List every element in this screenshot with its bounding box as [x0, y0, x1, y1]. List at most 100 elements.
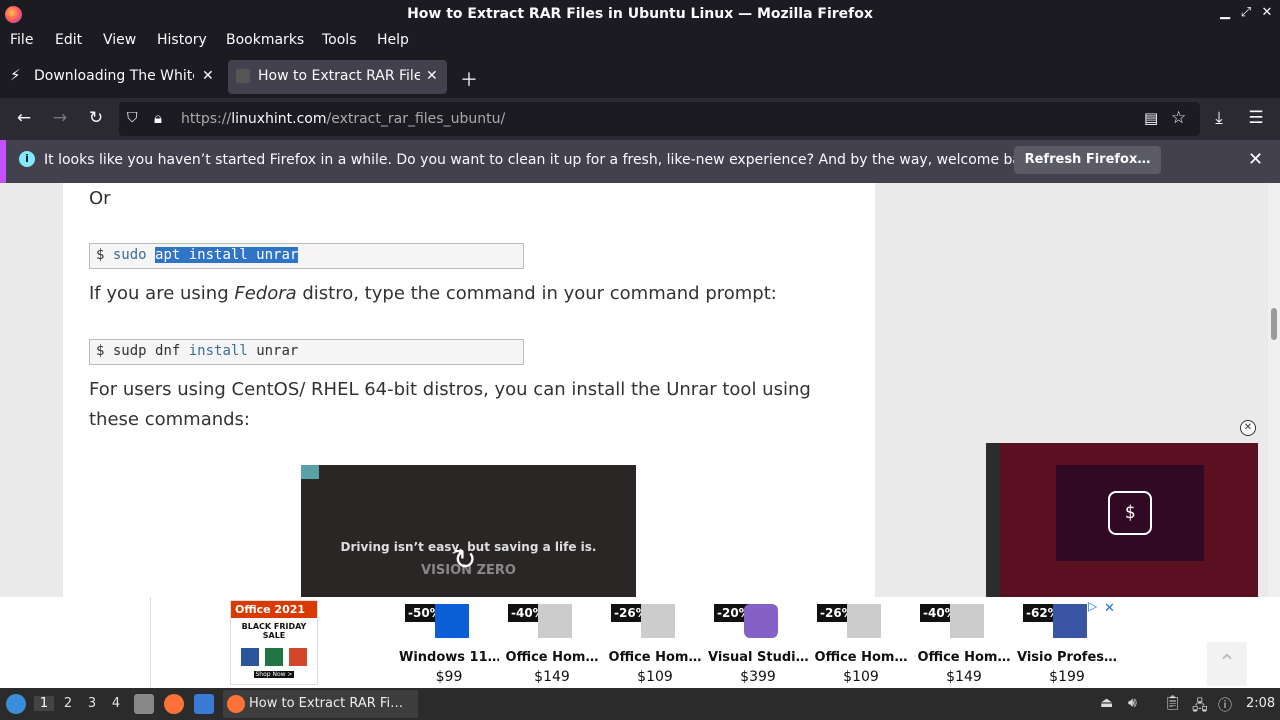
- office-ad[interactable]: Office 2021 BLACK FRIDAY SALE Shop Now >: [230, 600, 318, 685]
- product-name: Office Hom…: [917, 650, 1011, 665]
- url-bar[interactable]: ⛉ 🔒︎ https://linuxhint.com/extract_rar_f…: [119, 102, 1200, 136]
- network-icon[interactable]: 🖧: [1192, 695, 1208, 719]
- tab-label: How to Extract RAR Files: [258, 68, 420, 84]
- desktop-icon[interactable]: [194, 694, 214, 714]
- floating-video[interactable]: $: [986, 443, 1258, 597]
- excel-icon: [265, 648, 283, 666]
- fedora-emphasis: Fedora: [234, 283, 297, 304]
- video-badge: [301, 465, 319, 479]
- embedded-video[interactable]: Driving isn’t easy, but saving a life is…: [301, 465, 636, 597]
- code-block-dnf: $ sudp dnf install unrar: [89, 339, 524, 365]
- menu-history[interactable]: History: [157, 32, 207, 48]
- updates-icon[interactable]: ⓘ: [1218, 695, 1232, 715]
- ad-product[interactable]: -40% Office Hom… $149: [506, 602, 608, 685]
- hamburger-menu-icon[interactable]: ☰: [1245, 108, 1267, 128]
- tab-close-icon[interactable]: ✕: [426, 68, 438, 84]
- ad-close-icon[interactable]: ✕: [1104, 601, 1115, 616]
- notification-message: It looks like you haven’t started Firefo…: [44, 152, 1043, 168]
- product-price: $99: [435, 669, 463, 685]
- back-button[interactable]: ←: [13, 108, 35, 128]
- firefox-icon: [227, 695, 245, 713]
- nav-bar: ← → ↻ ⛉ 🔒︎ https://linuxhint.com/extract…: [0, 98, 1280, 140]
- adchoices-icon[interactable]: ▷: [1088, 599, 1097, 613]
- ad-product[interactable]: -40% Office Hom… $149: [918, 602, 1020, 685]
- product-price: $399: [740, 669, 776, 685]
- scroll-to-top-button[interactable]: ⌃: [1207, 642, 1247, 686]
- scrollbar-thumb[interactable]: [1271, 308, 1277, 340]
- para-text: If you are using: [89, 283, 235, 304]
- new-tab-button[interactable]: ＋: [460, 66, 478, 92]
- product-name: Office Hom…: [608, 650, 702, 665]
- menu-file[interactable]: File: [10, 32, 33, 48]
- ad-product[interactable]: -50% Windows 11… $99: [399, 602, 505, 685]
- ad-container: Office 2021 BLACK FRIDAY SALE Shop Now >…: [150, 597, 1118, 688]
- close-window-button[interactable]: ✕: [1258, 5, 1276, 20]
- menu-bookmarks[interactable]: Bookmarks: [226, 32, 304, 48]
- notification-close-icon[interactable]: ✕: [1248, 149, 1263, 170]
- office-ad-title: Office 2021: [231, 601, 317, 618]
- ad-product[interactable]: -20% Visual Studi… $399: [708, 602, 814, 685]
- tab-label: Downloading The White H: [34, 68, 194, 84]
- file-manager-icon[interactable]: [134, 694, 154, 714]
- replay-icon[interactable]: ↻: [453, 543, 476, 576]
- workspace-3[interactable]: 3: [82, 696, 102, 711]
- maximize-button[interactable]: ⤢: [1237, 5, 1255, 20]
- product-price: $109: [637, 669, 673, 685]
- workspace-1[interactable]: 1: [34, 696, 54, 711]
- product-name: Visio Profes…: [1017, 650, 1117, 665]
- floating-video-close-icon[interactable]: ✕: [1240, 420, 1256, 436]
- menu-bar: File Edit View History Bookmarks Tools H…: [0, 29, 1280, 54]
- taskbar: 1 2 3 4 How to Extract RAR Fi… ⏏ 🔊︎ 📋︎ 🖧…: [0, 688, 1280, 720]
- article: Or $ sudo apt install unrar If you are u…: [63, 183, 875, 597]
- clipboard-icon[interactable]: 📋︎: [1164, 695, 1182, 711]
- code-cmd: sudp dnf: [112, 343, 181, 359]
- tab-extract-rar[interactable]: How to Extract RAR Files ✕: [228, 60, 447, 94]
- downloads-icon[interactable]: ⤓: [1208, 108, 1230, 128]
- menu-tools[interactable]: Tools: [322, 32, 357, 48]
- page-content: Or $ sudo apt install unrar If you are u…: [0, 183, 1268, 597]
- reader-view-icon[interactable]: ▤: [1144, 109, 1158, 127]
- volume-icon[interactable]: 🔊︎: [1128, 695, 1137, 711]
- code-prompt: $: [96, 343, 105, 359]
- tab-close-icon[interactable]: ✕: [202, 68, 214, 84]
- tray-eject-icon[interactable]: ⏏: [1100, 695, 1113, 711]
- code-block-apt: $ sudo apt install unrar: [89, 243, 524, 269]
- workspace-2[interactable]: 2: [58, 696, 78, 711]
- lightning-icon: ⚡: [10, 66, 21, 84]
- product-name: Visual Studi…: [708, 650, 808, 665]
- terminal-icon: $: [1108, 491, 1152, 535]
- word-icon: [241, 648, 259, 666]
- ad-product[interactable]: -26% Office Hom… $109: [609, 602, 711, 685]
- para-text: distro, type the command in your command…: [296, 283, 777, 304]
- taskbar-window-label: How to Extract RAR Fi…: [249, 696, 404, 711]
- bookmark-star-icon[interactable]: ☆: [1171, 108, 1186, 128]
- taskbar-firefox-window[interactable]: How to Extract RAR Fi…: [223, 690, 418, 718]
- product-name: Windows 11…: [399, 650, 499, 665]
- menu-help[interactable]: Help: [377, 32, 409, 48]
- product-price: $149: [946, 669, 982, 685]
- office-app-icons: [231, 648, 317, 666]
- or-text: Or: [89, 188, 111, 209]
- url-text[interactable]: https://linuxhint.com/extract_rar_files_…: [181, 111, 505, 127]
- menu-edit[interactable]: Edit: [55, 32, 82, 48]
- menu-view[interactable]: View: [103, 32, 136, 48]
- shield-icon[interactable]: ⛉: [127, 110, 138, 126]
- notification-bar: i It looks like you haven’t started Fire…: [0, 140, 1280, 183]
- start-menu-icon[interactable]: [6, 694, 26, 714]
- ad-product[interactable]: -26% Office Hom… $109: [815, 602, 917, 685]
- reload-button[interactable]: ↻: [85, 108, 107, 128]
- office-box-icon: [641, 604, 675, 638]
- page-scrollbar[interactable]: [1268, 183, 1280, 597]
- visual-studio-icon: [744, 604, 778, 638]
- forward-button[interactable]: →: [49, 108, 71, 128]
- minimize-button[interactable]: ▁: [1216, 5, 1234, 20]
- firefox-launcher-icon[interactable]: [164, 694, 184, 714]
- lock-icon[interactable]: 🔒︎: [154, 109, 162, 127]
- workspace-4[interactable]: 4: [106, 696, 126, 711]
- url-host: linuxhint.com: [231, 111, 327, 127]
- tab-downloading[interactable]: ⚡ Downloading The White H ✕: [4, 60, 222, 94]
- refresh-firefox-button[interactable]: Refresh Firefox…: [1014, 146, 1161, 174]
- office-box-icon: [538, 604, 572, 638]
- centos-paragraph: For users using CentOS/ RHEL 64-bit dist…: [89, 379, 811, 430]
- code-prompt: $: [96, 247, 105, 263]
